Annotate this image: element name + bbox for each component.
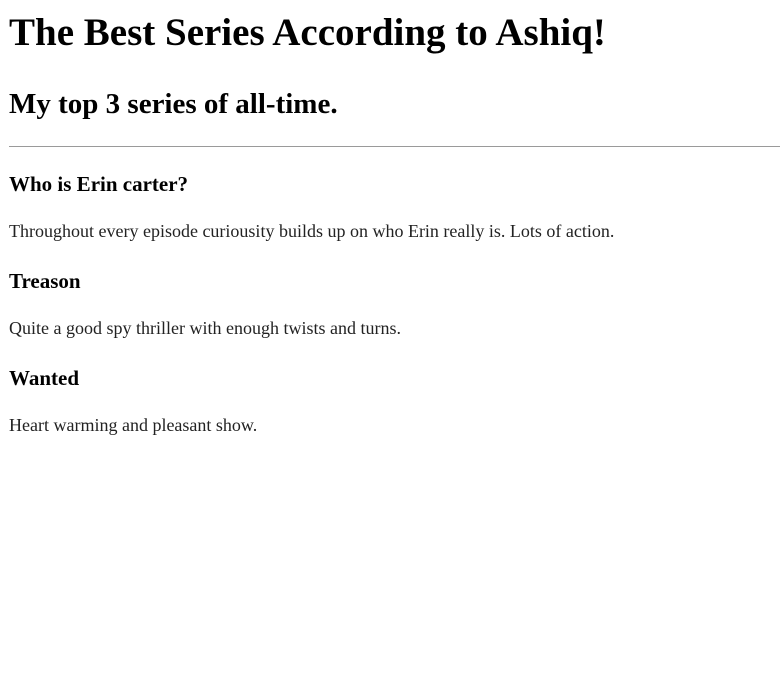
page-subtitle: My top 3 series of all-time. [9,88,338,120]
series-description: Heart warming and pleasant show. [9,415,258,435]
series-list: Who is Erin carter? Throughout every epi… [9,147,780,436]
series-description: Throughout every episode curiousity buil… [9,221,615,241]
series-item: Wanted Heart warming and pleasant show. [9,339,780,436]
series-title: Who is Erin carter? [9,172,189,196]
series-description: Quite a good spy thriller with enough tw… [9,318,401,338]
series-title: Treason [9,269,81,293]
series-item: Who is Erin carter? Throughout every epi… [9,147,780,242]
page-title: The Best Series According to Ashiq! [9,11,606,54]
page: The Best Series According to Ashiq! My t… [0,0,780,436]
series-title: Wanted [9,366,80,390]
series-item: Treason Quite a good spy thriller with e… [9,242,780,339]
